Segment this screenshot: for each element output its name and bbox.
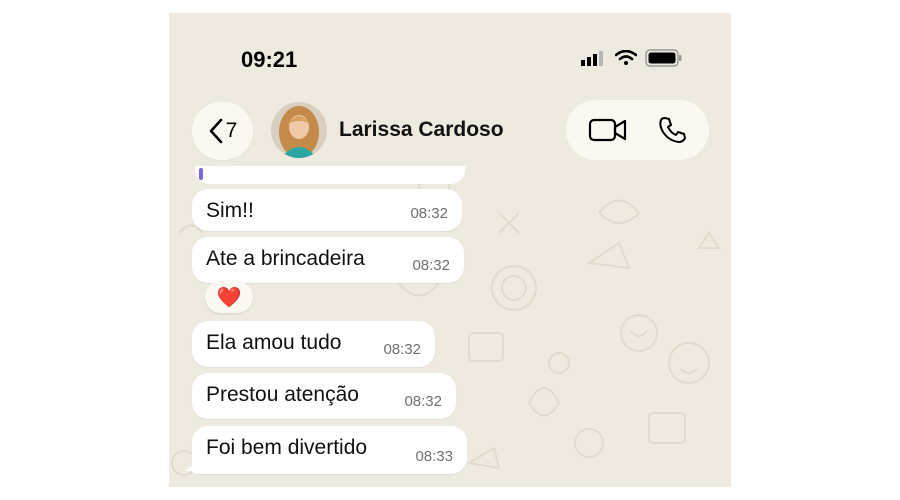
partial-message: [195, 166, 465, 184]
voice-call-button[interactable]: [657, 115, 687, 145]
video-camera-icon: [589, 118, 627, 142]
video-call-button[interactable]: [588, 117, 628, 143]
chevron-left-icon: [209, 118, 222, 144]
call-actions: [566, 100, 709, 160]
message-bubble[interactable]: Ate a brincadeira 08:32: [192, 237, 464, 283]
message-text: Foi bem divertido: [206, 436, 368, 459]
signal-icon: [581, 51, 603, 66]
wifi-icon: [615, 50, 637, 65]
message-bubble[interactable]: Prestou atenção 08:32: [192, 373, 456, 419]
message-bubble[interactable]: Ela amou tudo 08:32: [192, 321, 435, 367]
message-time: 08:32: [404, 393, 442, 410]
quote-stripe: [199, 168, 203, 180]
message-bubble[interactable]: Sim!! 08:32: [192, 189, 462, 231]
heart-icon: ❤️: [216, 286, 242, 309]
message-text: Ate a brincadeira: [206, 247, 365, 270]
battery-icon: [645, 49, 682, 67]
unread-count: 7: [225, 119, 238, 142]
message-text: Ela amou tudo: [206, 331, 342, 354]
status-time: 09:21: [241, 47, 298, 72]
heart-reaction[interactable]: ❤️: [205, 281, 253, 313]
contact-name[interactable]: Larissa Cardoso: [339, 118, 504, 142]
back-button[interactable]: 7: [192, 102, 253, 160]
message-time: 08:32: [383, 341, 421, 358]
message-bubble[interactable]: Foi bem divertido 08:33: [192, 426, 467, 474]
contact-avatar[interactable]: [271, 102, 327, 158]
message-text: Prestou atenção: [206, 383, 359, 406]
chat-header: 7 Larissa Cardoso: [169, 98, 731, 168]
message-time: 08:32: [412, 257, 450, 274]
bubble-tail: [185, 457, 199, 471]
message-time: 08:32: [410, 205, 448, 222]
status-icons: [581, 49, 683, 67]
phone-icon: [659, 117, 686, 143]
message-text: Sim!!: [206, 199, 254, 222]
message-time: 08:33: [415, 448, 453, 465]
phone-screen: 09:21 7 Larissa Cardoso Sim!! 08:32 Ate …: [169, 13, 731, 487]
